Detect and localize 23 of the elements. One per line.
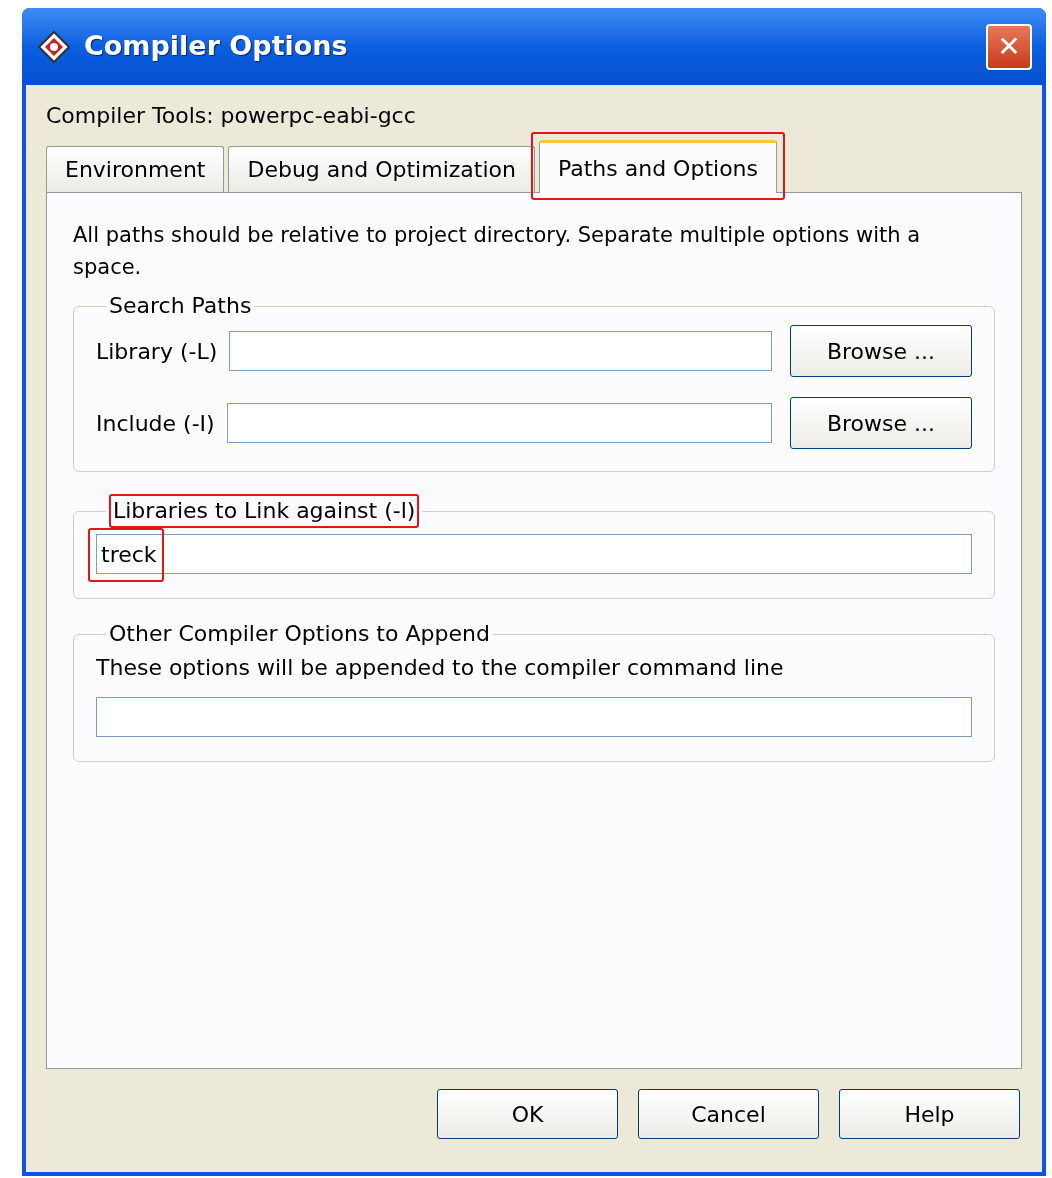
dialog-button[interactable]: Cancel [638, 1089, 819, 1139]
group-label: Search Paths [109, 292, 252, 320]
field-label: Include (-I) [96, 409, 215, 438]
browse-button[interactable]: Browse ... [790, 325, 972, 377]
app-icon [36, 28, 72, 65]
browse-button[interactable]: Browse ... [790, 397, 972, 449]
compiler-tools-label: Compiler Tools: powerpc-eabi-gcc [46, 102, 416, 130]
dialog-button[interactable]: Help [839, 1089, 1020, 1139]
window-title: Compiler Options [84, 29, 348, 64]
field-label: Library (-L) [96, 337, 218, 366]
tab[interactable]: Paths and Options [538, 140, 777, 193]
tab[interactable]: Environment [46, 146, 225, 192]
close-button[interactable]: ✕ [986, 23, 1032, 70]
path-field[interactable] [229, 331, 772, 371]
group-label: Other Compiler Options to Append [109, 620, 490, 648]
options-field[interactable] [96, 697, 972, 737]
dialog-button[interactable]: OK [437, 1089, 618, 1139]
path-field[interactable] [226, 403, 772, 443]
instructions-text: All paths should be relative to project directory. Separate multiple options with a space. [73, 222, 922, 281]
description-text: These options will be appended to the compiler command line [96, 654, 785, 682]
group-label: Libraries to Link against (-l) [109, 494, 420, 528]
tab[interactable]: Debug and Optimization [228, 146, 535, 192]
libraries-field[interactable]: treck [96, 534, 972, 574]
